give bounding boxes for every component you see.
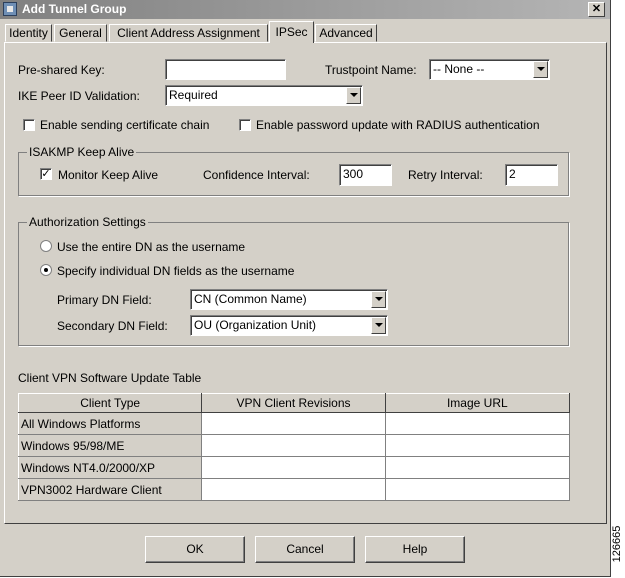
authorization-settings-legend: Authorization Settings bbox=[27, 215, 148, 229]
app-icon bbox=[3, 2, 17, 16]
radio-individual-dn[interactable] bbox=[40, 264, 52, 276]
send-cert-chain-checkbox[interactable] bbox=[23, 119, 35, 131]
figure-id-text: 126665 bbox=[611, 525, 623, 563]
confidence-interval-input[interactable]: 300 bbox=[339, 164, 392, 186]
client-type-cell: All Windows Platforms bbox=[17, 412, 203, 435]
retry-interval-label: Retry Interval: bbox=[408, 168, 483, 182]
secondary-dn-select[interactable]: OU (Organization Unit) bbox=[190, 315, 388, 336]
column-header-client-type[interactable]: Client Type bbox=[17, 393, 203, 413]
revisions-cell[interactable] bbox=[201, 478, 386, 501]
revisions-cell[interactable] bbox=[201, 456, 386, 479]
revisions-cell[interactable] bbox=[201, 412, 386, 435]
image-url-cell[interactable] bbox=[384, 412, 571, 435]
client-type-cell: VPN3002 Hardware Client bbox=[17, 478, 203, 501]
radio-individual-dn-label: Specify individual DN fields as the user… bbox=[57, 264, 295, 278]
table-row: All Windows Platforms bbox=[17, 412, 571, 435]
image-url-cell[interactable] bbox=[384, 456, 571, 479]
title-bar[interactable]: Add Tunnel Group ✕ bbox=[0, 0, 610, 19]
primary-dn-select[interactable]: CN (Common Name) bbox=[190, 289, 388, 310]
monitor-keepalive-checkbox[interactable]: ✓ bbox=[40, 168, 52, 180]
tab-general[interactable]: General bbox=[54, 24, 107, 42]
primary-dn-value: CN (Common Name) bbox=[194, 292, 307, 306]
secondary-dn-value: OU (Organization Unit) bbox=[194, 318, 317, 332]
retry-interval-input[interactable]: 2 bbox=[505, 164, 558, 186]
monitor-keepalive-label: Monitor Keep Alive bbox=[58, 168, 159, 182]
confidence-interval-label: Confidence Interval: bbox=[203, 168, 310, 182]
radio-entire-dn-label: Use the entire DN as the username bbox=[57, 240, 246, 254]
password-update-label: Enable password update with RADIUS authe… bbox=[256, 118, 540, 132]
ike-peer-select[interactable]: Required bbox=[165, 85, 363, 106]
column-header-image-url[interactable]: Image URL bbox=[384, 393, 571, 413]
password-update-checkbox[interactable] bbox=[239, 119, 251, 131]
window-title: Add Tunnel Group bbox=[22, 2, 127, 16]
primary-dn-label: Primary DN Field: bbox=[57, 293, 152, 307]
trustpoint-value: -- None -- bbox=[433, 62, 485, 76]
check-mark-icon: ✓ bbox=[41, 168, 51, 180]
chevron-down-icon[interactable] bbox=[371, 317, 386, 334]
cancel-button[interactable]: Cancel bbox=[255, 536, 355, 563]
column-header-vpn-client-revisions[interactable]: VPN Client Revisions bbox=[201, 393, 386, 413]
chevron-down-icon[interactable] bbox=[533, 61, 548, 78]
figure-id: 126665 bbox=[609, 510, 625, 578]
preshared-key-input[interactable] bbox=[165, 59, 286, 80]
vpn-update-table: Client Type VPN Client Revisions Image U… bbox=[17, 393, 571, 501]
ike-peer-label: IKE Peer ID Validation: bbox=[18, 89, 140, 103]
send-cert-chain-label: Enable sending certificate chain bbox=[40, 118, 210, 132]
trustpoint-label: Trustpoint Name: bbox=[325, 63, 417, 77]
ike-peer-value: Required bbox=[169, 88, 218, 102]
client-type-cell: Windows NT4.0/2000/XP bbox=[17, 456, 203, 479]
table-row: Windows 95/98/ME bbox=[17, 434, 571, 457]
secondary-dn-label: Secondary DN Field: bbox=[57, 319, 168, 333]
chevron-down-icon[interactable] bbox=[346, 87, 361, 104]
chevron-down-icon[interactable] bbox=[371, 291, 386, 308]
table-row: Windows NT4.0/2000/XP bbox=[17, 456, 571, 479]
image-url-cell[interactable] bbox=[384, 478, 571, 501]
client-type-cell: Windows 95/98/ME bbox=[17, 434, 203, 457]
ok-button[interactable]: OK bbox=[145, 536, 245, 563]
image-url-cell[interactable] bbox=[384, 434, 571, 457]
tab-ipsec[interactable]: IPSec bbox=[269, 21, 314, 43]
add-tunnel-group-dialog: Add Tunnel Group ✕ Identity General Clie… bbox=[0, 0, 611, 577]
isakmp-keepalive-legend: ISAKMP Keep Alive bbox=[27, 145, 137, 159]
preshared-key-label: Pre-shared Key: bbox=[18, 63, 105, 77]
radio-entire-dn[interactable] bbox=[40, 240, 52, 252]
tab-identity[interactable]: Identity bbox=[5, 24, 52, 42]
vpn-table-title: Client VPN Software Update Table bbox=[18, 371, 202, 385]
close-button[interactable]: ✕ bbox=[588, 2, 605, 17]
tab-client-address-assignment[interactable]: Client Address Assignment bbox=[109, 24, 268, 42]
table-row: VPN3002 Hardware Client bbox=[17, 478, 571, 501]
help-button[interactable]: Help bbox=[365, 536, 465, 563]
revisions-cell[interactable] bbox=[201, 434, 386, 457]
trustpoint-select[interactable]: -- None -- bbox=[429, 59, 550, 80]
tab-advanced[interactable]: Advanced bbox=[315, 24, 377, 42]
